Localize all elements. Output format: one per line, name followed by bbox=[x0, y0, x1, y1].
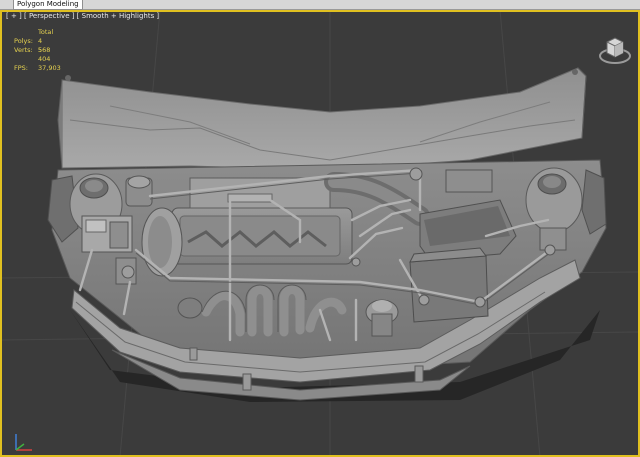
fps-label: FPS: bbox=[14, 64, 28, 72]
battery[interactable] bbox=[409, 247, 489, 323]
timing-cover[interactable] bbox=[141, 207, 183, 277]
stats-header: Total bbox=[38, 28, 54, 36]
axis-tripod-icon bbox=[15, 434, 32, 451]
fps-value: 37,903 bbox=[38, 64, 61, 72]
engine-bay-model[interactable] bbox=[0, 10, 640, 457]
oil-filter[interactable] bbox=[177, 297, 203, 319]
viewcube-icon[interactable] bbox=[598, 32, 632, 66]
verts-label: Verts: bbox=[14, 46, 33, 54]
polygon-modeling-app: Polygon Modeling [+] [Perspective] [… bbox=[0, 0, 640, 457]
ribbon-tab-polygon-modeling[interactable]: Polygon Modeling bbox=[13, 0, 83, 10]
brake-reservoir[interactable] bbox=[125, 175, 153, 207]
perspective-viewport[interactable]: [ + ] [ Perspective ] [ Smooth + Highlig… bbox=[0, 10, 640, 457]
viewport-label-menu[interactable]: [ + ] [ Perspective ] [ Smooth + Highlig… bbox=[6, 12, 159, 21]
ribbon-bar: Polygon Modeling bbox=[0, 0, 640, 10]
verts-value: 5 404 bbox=[38, 46, 51, 63]
polys-label: Polys: bbox=[14, 37, 33, 45]
